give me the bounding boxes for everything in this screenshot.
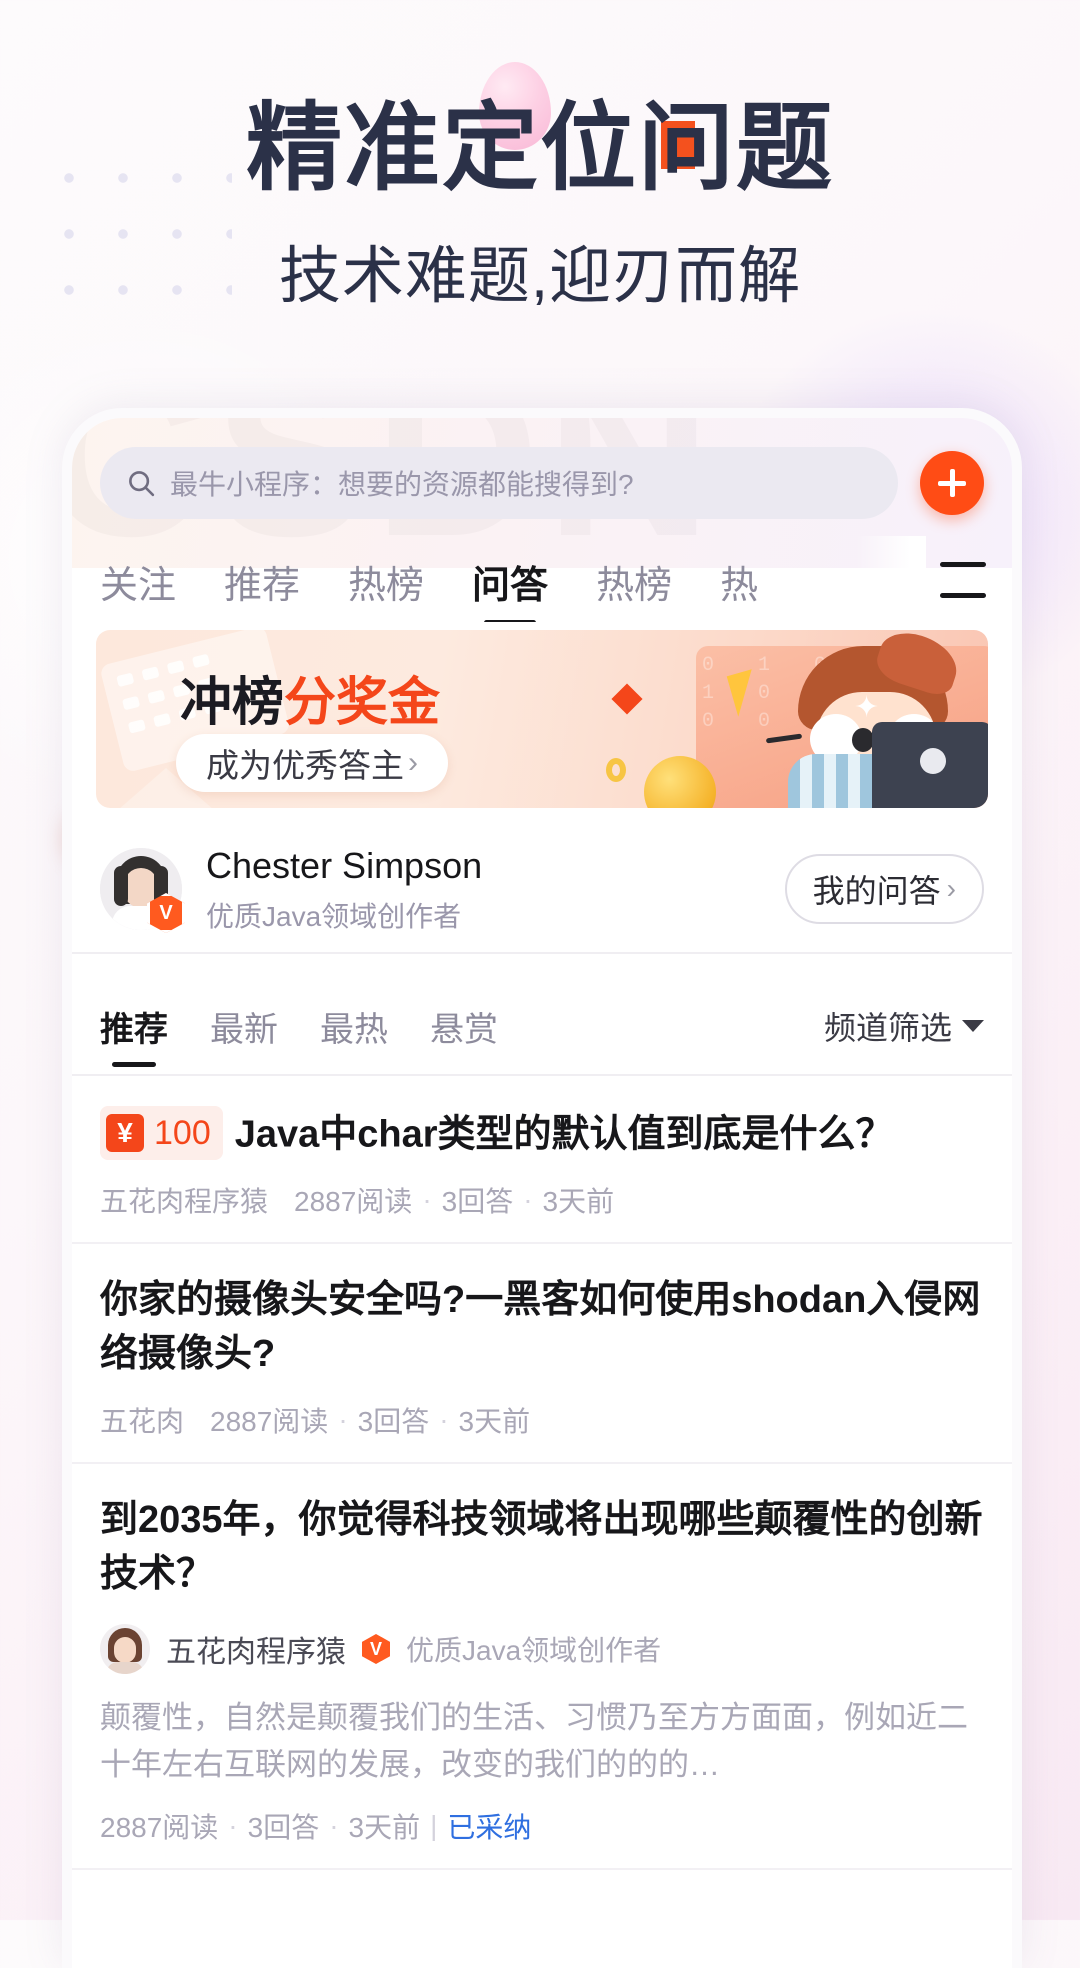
banner-cta-label: 成为优秀答主: [206, 747, 404, 784]
banner-title: 冲榜分奖金: [180, 660, 440, 735]
channel-tab-rebang-2[interactable]: 热榜: [596, 536, 672, 609]
channel-tab-re[interactable]: 热: [720, 536, 758, 609]
hero-title-part-a: 精准定: [246, 95, 540, 202]
banner-cta-button[interactable]: 成为优秀答主 ›: [176, 734, 448, 792]
question-title: 到2035年，你觉得科技领域将出现哪些颠覆性的创新技术？: [100, 1499, 983, 1596]
channel-filter-button[interactable]: 频道筛选: [824, 1003, 984, 1049]
hamburger-menu-icon[interactable]: [940, 562, 986, 598]
filter-tab-zuire[interactable]: 最热: [320, 1002, 388, 1051]
question-item[interactable]: 到2035年，你觉得科技领域将出现哪些颠覆性的创新技术？ 五花肉程序猿 V 优质…: [72, 1464, 1012, 1871]
channel-filter-label: 频道筛选: [823, 1010, 952, 1046]
meta-separator: ·: [228, 1810, 238, 1842]
phone-mockup: CSDN 最牛小程序：想要的资源都能搜得到? 关注 推荐 热榜 问答 热榜 热: [62, 408, 1022, 1968]
question-title: Java中char类型的默认值到底是什么？: [234, 1113, 894, 1156]
hero-title-part-d: 题: [736, 95, 834, 202]
question-time: 3天前: [542, 1186, 615, 1218]
question-author: 五花肉程序猿: [100, 1186, 269, 1218]
question-reads: 2887阅读: [210, 1406, 329, 1438]
meta-separator: ·: [439, 1404, 449, 1436]
banner-title-dark: 冲榜: [180, 674, 285, 732]
profile-row[interactable]: V Chester Simpson 优质Java领域创作者 我的问答 ›: [72, 830, 1012, 948]
question-time: 3天前: [348, 1812, 421, 1844]
question-item[interactable]: 你家的摄像头安全吗?一黑客如何使用shodan入侵网络摄像头? 五花肉 2887…: [72, 1244, 1012, 1465]
profile-divider: [72, 952, 1012, 954]
channel-tab-tuijian[interactable]: 推荐: [224, 536, 300, 609]
diamond-decoration: [611, 683, 643, 715]
my-qa-label: 我的问答: [812, 873, 941, 909]
avatar[interactable]: V: [100, 848, 185, 933]
meta-separator: ·: [422, 1184, 432, 1216]
question-reads: 2887阅读: [100, 1812, 219, 1844]
author-description: 优质Java领域创作者: [406, 1635, 662, 1667]
banner-title-accent: 分奖金: [284, 674, 441, 732]
app-screen: CSDN 最牛小程序：想要的资源都能搜得到? 关注 推荐 热榜 问答 热榜 热: [72, 418, 1012, 1958]
bounty-amount: 100: [154, 1114, 211, 1152]
question-title-row: ¥ 100 Java中char类型的默认值到底是什么？: [100, 1106, 984, 1162]
yen-icon: ¥: [106, 1114, 144, 1153]
filter-tab-tuijian[interactable]: 推荐: [100, 1002, 168, 1051]
filter-bar: 推荐 最新 最热 悬赏 频道筛选: [72, 978, 1012, 1074]
hero-subtitle: 技术难题,迎刃而解: [278, 241, 802, 311]
hero-section: 精准定位问题 技术难题,迎刃而解: [0, 95, 1080, 315]
chevron-down-icon: [962, 1020, 984, 1032]
question-title: 你家的摄像头安全吗?一黑客如何使用shodan入侵网络摄像头?: [100, 1279, 981, 1376]
question-author-row[interactable]: 五花肉程序猿 V 优质Java领域创作者: [100, 1624, 984, 1675]
channel-tab-wenda[interactable]: 问答: [472, 536, 548, 609]
question-list: ¥ 100 Java中char类型的默认值到底是什么？ 五花肉程序猿 2887阅…: [72, 1076, 1012, 1871]
my-qa-button[interactable]: 我的问答 ›: [784, 854, 984, 924]
channel-tab-fade: [856, 536, 926, 622]
question-reads: 2887阅读: [294, 1186, 413, 1218]
question-author: 五花肉程序猿: [166, 1636, 346, 1670]
question-time: 3天前: [458, 1406, 531, 1438]
status-badge: 已采纳: [447, 1812, 532, 1844]
add-post-button[interactable]: [920, 451, 984, 515]
question-item[interactable]: ¥ 100 Java中char类型的默认值到底是什么？ 五花肉程序猿 2887阅…: [72, 1076, 1012, 1245]
promo-banner[interactable]: 0 1 0 1 0 1 0 0 1 1 0 0 ✦ 冲榜分奖金 成为优秀答主 ›: [96, 630, 988, 808]
question-author: 五花肉: [100, 1406, 185, 1438]
question-meta: 2887阅读 · 3回答 · 3天前 | 已采纳: [100, 1806, 984, 1846]
meta-separator: |: [430, 1810, 438, 1842]
channel-tab-guanzhu[interactable]: 关注: [100, 536, 176, 609]
search-icon: [129, 471, 155, 497]
channel-tab-bar: 关注 推荐 热榜 问答 热榜 热: [72, 536, 1012, 622]
meta-separator: ·: [329, 1810, 339, 1842]
question-meta: 五花肉 2887阅读 · 3回答 · 3天前: [100, 1400, 984, 1440]
profile-name: Chester Simpson: [206, 844, 483, 886]
channel-tab-rebang[interactable]: 热榜: [348, 536, 424, 609]
filter-tab-xuanshang[interactable]: 悬赏: [430, 1002, 498, 1051]
mascot-illustration: ✦: [758, 630, 988, 808]
search-placeholder: 最牛小程序：想要的资源都能搜得到?: [170, 469, 634, 500]
search-input[interactable]: 最牛小程序：想要的资源都能搜得到?: [100, 447, 898, 519]
question-answers: 3回答: [357, 1406, 430, 1438]
verified-badge-icon: V: [362, 1634, 390, 1665]
meta-separator: ·: [523, 1184, 533, 1216]
question-meta: 五花肉程序猿 2887阅读 · 3回答 · 3天前: [100, 1180, 984, 1220]
hero-title-part-b: 位: [540, 95, 638, 202]
question-answers: 3回答: [247, 1812, 320, 1844]
hero-title-accent-char: 问: [638, 95, 736, 202]
search-row: 最牛小程序：想要的资源都能搜得到?: [72, 438, 1012, 528]
filter-tabs: 推荐 最新 最热 悬赏: [100, 1002, 824, 1051]
filter-tab-zuixin[interactable]: 最新: [210, 1002, 278, 1051]
chevron-right-icon: ›: [408, 746, 418, 779]
profile-text: Chester Simpson 优质Java领域创作者: [206, 843, 785, 936]
author-avatar[interactable]: [100, 1624, 150, 1675]
hero-title: 精准定位问题: [0, 95, 1080, 203]
ring-decoration: [606, 758, 626, 782]
chevron-right-icon: ›: [946, 873, 956, 904]
profile-description: 优质Java领域创作者: [206, 901, 462, 933]
question-excerpt: 颠覆性，自然是颠覆我们的生活、习惯乃至方方面面，例如近二十年左右互联网的发展，改…: [100, 1700, 968, 1783]
meta-separator: ·: [338, 1404, 348, 1436]
question-answers: 3回答: [441, 1186, 514, 1218]
bounty-badge: ¥ 100: [100, 1106, 223, 1161]
